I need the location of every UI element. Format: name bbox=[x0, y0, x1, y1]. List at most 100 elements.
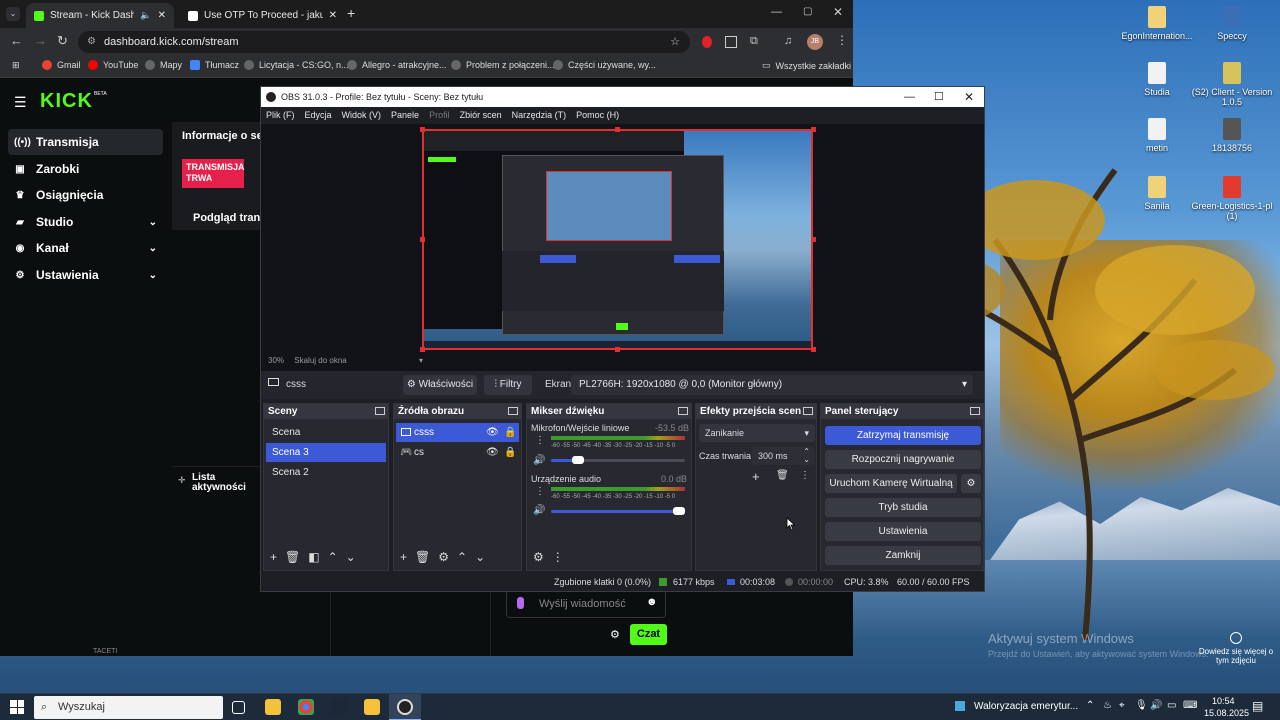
microphone-icon[interactable]: 🎙 bbox=[1135, 700, 1148, 711]
close-tab-icon[interactable]: ✕ bbox=[158, 10, 166, 21]
virtual-camera-settings-icon[interactable]: ⚙ bbox=[961, 474, 981, 493]
browser-menu-icon[interactable]: ⋮ bbox=[836, 33, 848, 47]
add-icon[interactable]: + bbox=[752, 469, 760, 484]
tab-search-icon[interactable]: ⌄ bbox=[6, 7, 20, 21]
steam-icon[interactable] bbox=[331, 699, 347, 715]
speaker-icon[interactable]: 🔊 bbox=[533, 455, 545, 466]
transform-handle[interactable] bbox=[420, 347, 425, 352]
scene-item-selected[interactable]: Scena 3 bbox=[266, 443, 386, 462]
bookmark-allegro[interactable]: Allegro - atrakcyjne... bbox=[347, 60, 447, 70]
kebab-menu-icon[interactable]: ⋮ bbox=[535, 486, 545, 497]
add-icon[interactable]: + bbox=[400, 550, 407, 566]
nav-zarobki[interactable]: ▣ Zarobki bbox=[8, 156, 163, 182]
tab-kick-dashboard[interactable]: Stream - Kick Dashboard 🔈 ✕ bbox=[26, 3, 174, 28]
all-bookmarks[interactable]: ▭ Wszystkie zakładki bbox=[762, 60, 851, 71]
transform-handle[interactable] bbox=[615, 347, 620, 352]
maximize-icon[interactable]: ☐ bbox=[934, 87, 944, 107]
start-button[interactable] bbox=[10, 700, 24, 714]
undock-icon[interactable] bbox=[678, 407, 688, 415]
nav-ustawienia[interactable]: ⚙ Ustawienia ⌄ bbox=[8, 262, 163, 288]
zoom-mode[interactable]: Skaluj do okna bbox=[294, 356, 346, 365]
desktop-icon[interactable]: Speccy bbox=[1190, 6, 1274, 41]
monitor-select[interactable]: PL2766H: 1920x1080 @ 0,0 (Monitor główny… bbox=[571, 375, 973, 395]
exit-button[interactable]: Zamknij bbox=[825, 546, 981, 565]
hamburger-icon[interactable]: ☰ bbox=[14, 94, 27, 111]
chrome-icon[interactable] bbox=[298, 699, 314, 715]
close-window-icon[interactable]: ✕ bbox=[964, 87, 974, 107]
plus-icon[interactable]: ✛ bbox=[178, 475, 186, 486]
undock-icon[interactable] bbox=[970, 407, 980, 415]
undock-icon[interactable] bbox=[375, 407, 385, 415]
minimize-icon[interactable]: — bbox=[904, 87, 915, 107]
desktop-icon[interactable]: Studia bbox=[1115, 62, 1199, 97]
bookmark-czesci[interactable]: Części używane, wy... bbox=[553, 60, 656, 70]
filters-button[interactable]: ⫶ Filtry bbox=[484, 375, 532, 395]
filter-icon[interactable]: ◧ bbox=[308, 550, 319, 566]
bookmark-gmail[interactable]: Gmail bbox=[42, 60, 81, 70]
forward-icon[interactable]: → bbox=[34, 33, 47, 48]
visibility-eye-icon[interactable]: 👁 bbox=[486, 423, 499, 442]
extension-icon[interactable] bbox=[702, 36, 712, 48]
volume-slider-handle[interactable] bbox=[673, 507, 685, 515]
studio-mode-button[interactable]: Tryb studia bbox=[825, 498, 981, 517]
transform-handle[interactable] bbox=[811, 237, 816, 242]
trash-icon[interactable]: 🗑 bbox=[285, 550, 300, 566]
move-up-icon[interactable]: ⌃ bbox=[328, 550, 338, 566]
gear-icon[interactable]: ⚙ bbox=[438, 550, 449, 566]
kick-logo[interactable]: KICK bbox=[40, 90, 93, 113]
keyboard-icon[interactable]: ⌨ bbox=[1183, 700, 1197, 711]
start-recording-button[interactable]: Rozpocznij nagrywanie bbox=[825, 450, 981, 469]
microphone-icon[interactable] bbox=[517, 597, 524, 609]
scene-item[interactable]: Scena 2 bbox=[266, 463, 386, 482]
source-item[interactable]: 🎮 cs 👁 🔒 bbox=[396, 443, 519, 462]
desktop-icon[interactable]: Green-Logistics-1-pl (1) bbox=[1190, 176, 1274, 221]
speaker-icon[interactable]: 🔊 bbox=[533, 505, 545, 516]
tray-app-icon[interactable]: ♨ bbox=[1103, 700, 1112, 711]
minimize-icon[interactable]: — bbox=[771, 6, 782, 18]
menu-panele[interactable]: Panele bbox=[386, 107, 424, 124]
learn-more-widget[interactable]: Dowiedz się więcej o tym zdjęciu bbox=[1196, 632, 1276, 665]
duration-input[interactable]: 300 ms ⌃ ⌄ bbox=[752, 447, 814, 465]
clock-date[interactable]: 15.08.2025 bbox=[1204, 708, 1249, 718]
settings-button[interactable]: Ustawienia bbox=[825, 522, 981, 541]
nav-transmisja[interactable]: ((•)) Transmisja bbox=[8, 129, 163, 155]
news-widget[interactable]: Waloryzacja emerytur... bbox=[974, 701, 1078, 712]
properties-button[interactable]: ⚙ Właściwości bbox=[403, 375, 477, 395]
obs-taskbar-button[interactable] bbox=[389, 694, 421, 720]
trash-icon[interactable]: 🗑 bbox=[776, 470, 789, 481]
close-tab-icon[interactable]: ✕ bbox=[329, 10, 337, 21]
move-up-icon[interactable]: ⌃ bbox=[457, 550, 467, 566]
bookmark-star-icon[interactable]: ☆ bbox=[670, 31, 680, 53]
undock-icon[interactable] bbox=[508, 407, 518, 415]
menu-edycja[interactable]: Edycja bbox=[300, 107, 337, 124]
emoji-icon[interactable]: ☻ bbox=[646, 596, 658, 608]
taskbar-search[interactable]: ⌕ Wyszukaj bbox=[34, 696, 223, 719]
stop-streaming-button[interactable]: Zatrzymaj transmisję bbox=[825, 426, 981, 445]
preview-canvas[interactable] bbox=[422, 129, 813, 350]
kebab-menu-icon[interactable]: ⋮ bbox=[552, 550, 564, 566]
volume-icon[interactable]: 🔊 bbox=[1150, 700, 1162, 711]
close-window-icon[interactable]: ✕ bbox=[833, 5, 843, 19]
desktop-icon[interactable]: 18138756 bbox=[1190, 118, 1274, 153]
obs-preview[interactable] bbox=[261, 124, 984, 371]
nav-kanal[interactable]: ◉ Kanał ⌄ bbox=[8, 235, 163, 261]
monitor-icon[interactable]: ▭ bbox=[1167, 700, 1176, 711]
visibility-eye-icon[interactable]: 👁 bbox=[486, 443, 499, 462]
move-down-icon[interactable]: ⌄ bbox=[475, 550, 485, 566]
back-icon[interactable]: ← bbox=[10, 33, 23, 48]
desktop-icon[interactable]: EgonInternation... bbox=[1115, 6, 1199, 41]
extensions-puzzle-icon[interactable]: ⧉ bbox=[750, 35, 758, 48]
menu-plik[interactable]: Plik (F) bbox=[261, 107, 300, 124]
menu-zbior-scen[interactable]: Zbiór scen bbox=[455, 107, 507, 124]
source-item-selected[interactable]: csss 👁 🔒 bbox=[396, 423, 519, 442]
volume-slider-handle[interactable] bbox=[571, 456, 584, 464]
volume-slider[interactable] bbox=[551, 510, 685, 513]
url-input[interactable]: ⚙ dashboard.kick.com/stream ☆ bbox=[78, 31, 690, 53]
transform-handle[interactable] bbox=[420, 237, 425, 242]
task-view-icon[interactable] bbox=[232, 701, 245, 714]
trash-icon[interactable]: 🗑 bbox=[415, 550, 430, 566]
chevron-down-icon[interactable]: ▾ bbox=[419, 353, 423, 369]
transition-type-select[interactable]: Zanikanie ▾ bbox=[699, 424, 815, 442]
menu-pomoc[interactable]: Pomoc (H) bbox=[571, 107, 624, 124]
profile-avatar[interactable]: JB bbox=[807, 34, 823, 50]
